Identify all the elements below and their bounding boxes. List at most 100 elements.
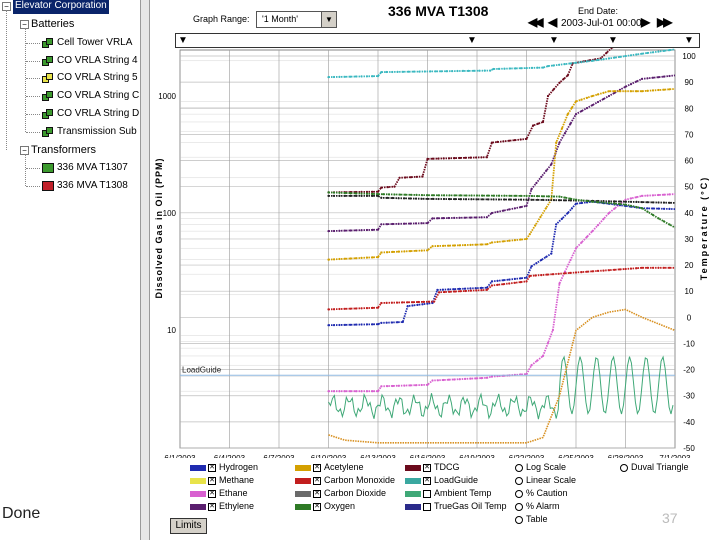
legend-item[interactable]: ✕ Carbon Monoxide bbox=[295, 474, 395, 487]
x-tick-label: 6/28/2003 bbox=[608, 454, 644, 458]
data-point bbox=[635, 80, 638, 83]
data-point bbox=[421, 303, 424, 306]
previous-button[interactable]: ◀ bbox=[548, 15, 557, 29]
legend-item[interactable]: ✕ Oxygen bbox=[295, 500, 355, 513]
data-point bbox=[514, 194, 517, 197]
time-range-slider[interactable]: ▼ ▼ ▼ ▼ ▼ bbox=[175, 33, 700, 48]
battery-status-icon bbox=[42, 55, 54, 67]
legend-checkbox[interactable]: ✕ bbox=[313, 463, 321, 472]
legend-item[interactable]: ✕ LoadGuide bbox=[405, 474, 478, 487]
data-point bbox=[332, 229, 336, 233]
data-point bbox=[470, 198, 473, 201]
scale-option[interactable]: % Caution bbox=[515, 487, 568, 500]
data-point bbox=[414, 197, 418, 200]
data-point bbox=[420, 249, 423, 252]
slider-knob-start[interactable]: ▼ bbox=[178, 36, 188, 46]
data-point bbox=[417, 300, 420, 304]
legend-swatch bbox=[295, 490, 311, 497]
tree-category-batteries[interactable]: − Batteries bbox=[20, 16, 74, 32]
legend-checkbox[interactable]: ✕ bbox=[423, 463, 431, 472]
scale-option[interactable]: Log Scale bbox=[515, 461, 566, 474]
data-point bbox=[618, 268, 622, 271]
tree-item-co-vrla-string-c[interactable]: CO VRLA String C bbox=[26, 88, 139, 104]
data-point bbox=[431, 157, 434, 160]
app-window: − Elevator Corporation − Batteries Cell To… bbox=[0, 0, 720, 540]
tree-item-co-vrla-string-d[interactable]: CO VRLA String D bbox=[26, 106, 139, 122]
data-point bbox=[485, 156, 488, 159]
slider-knob-end[interactable]: ▼ bbox=[684, 36, 694, 46]
graph-range-dropdown[interactable]: '1 Month' ▼ bbox=[256, 11, 337, 28]
scale-option[interactable]: Table bbox=[515, 513, 548, 526]
legend-item[interactable]: ✕ Methane bbox=[190, 474, 254, 487]
data-point bbox=[456, 69, 459, 73]
slider-knob[interactable]: ▼ bbox=[608, 36, 618, 46]
x-tick-label: 6/10/2003 bbox=[311, 454, 347, 458]
tree-item-co-vrla-string-5[interactable]: CO VRLA String 5 bbox=[26, 70, 138, 86]
data-point bbox=[371, 323, 374, 326]
slider-knob[interactable]: ▼ bbox=[549, 36, 559, 46]
data-point bbox=[635, 267, 638, 270]
tree-item-co-vrla-string-4[interactable]: CO VRLA String 4 bbox=[26, 53, 138, 69]
data-point bbox=[580, 201, 583, 205]
legend-checkbox[interactable]: ✕ bbox=[208, 502, 216, 511]
duval-triangle-label: Duval Triangle bbox=[631, 462, 689, 472]
data-point bbox=[426, 197, 429, 200]
tree-category-transformers[interactable]: − Transformers bbox=[20, 142, 96, 158]
radio-button[interactable] bbox=[515, 502, 523, 511]
data-point bbox=[402, 70, 405, 73]
legend-item[interactable]: TrueGas Oil Temp bbox=[405, 500, 507, 513]
dropdown-arrow-icon[interactable]: ▼ bbox=[321, 12, 336, 27]
next-button[interactable]: ▶ bbox=[641, 15, 650, 29]
radio-button[interactable] bbox=[515, 489, 523, 498]
legend-checkbox[interactable]: ✕ bbox=[208, 489, 216, 498]
legend-checkbox[interactable]: ✕ bbox=[208, 463, 216, 472]
radio-button[interactable] bbox=[515, 515, 523, 524]
data-point bbox=[629, 200, 633, 203]
legend-checkbox[interactable]: ✕ bbox=[313, 489, 321, 498]
first-page-button[interactable]: ◀◀ bbox=[528, 15, 544, 29]
legend-checkbox[interactable] bbox=[423, 489, 431, 498]
battery-status-icon bbox=[42, 108, 54, 120]
data-point bbox=[566, 211, 569, 215]
data-point bbox=[437, 197, 440, 201]
legend-checkbox[interactable] bbox=[423, 502, 431, 511]
tree-item-transmission-sub[interactable]: Transmission Sub bbox=[26, 124, 137, 140]
data-point bbox=[651, 213, 655, 217]
tree-item-336-mva-t1307[interactable]: 336 MVA T1307 bbox=[26, 160, 128, 176]
tree-root-label[interactable]: Elevator Corporation bbox=[13, 0, 109, 14]
legend-checkbox[interactable]: ✕ bbox=[313, 476, 321, 485]
tree-item-cell-tower-vrla[interactable]: Cell Tower VRLA bbox=[26, 35, 132, 51]
legend-item[interactable]: ✕ Acetylene bbox=[295, 461, 364, 474]
scale-option[interactable]: % Alarm bbox=[515, 500, 560, 513]
data-point bbox=[420, 222, 423, 225]
tree-item-336-mva-t1308[interactable]: 336 MVA T1308 bbox=[26, 178, 128, 194]
tree-root[interactable]: − Elevator Corporation bbox=[2, 0, 109, 14]
limits-button[interactable]: Limits bbox=[170, 518, 207, 534]
legend-item[interactable]: Ambient Temp bbox=[405, 487, 491, 500]
legend-checkbox[interactable]: ✕ bbox=[313, 502, 321, 511]
scale-option[interactable]: Linear Scale bbox=[515, 474, 576, 487]
legend-swatch bbox=[405, 490, 421, 497]
data-point bbox=[552, 195, 556, 198]
data-point bbox=[447, 244, 450, 247]
data-point bbox=[409, 197, 412, 200]
data-point bbox=[474, 377, 478, 380]
radio-button[interactable] bbox=[515, 476, 523, 485]
legend-item[interactable]: ✕ Carbon Dioxide bbox=[295, 487, 386, 500]
legend-checkbox[interactable]: ✕ bbox=[208, 476, 216, 485]
radio-button[interactable] bbox=[515, 463, 523, 472]
data-point bbox=[513, 281, 516, 284]
slider-knob[interactable]: ▼ bbox=[467, 36, 477, 46]
duval-triangle-option[interactable]: Duval Triangle bbox=[620, 461, 689, 474]
legend-swatch bbox=[295, 464, 311, 471]
legend-item[interactable]: ✕ TDCG bbox=[405, 461, 460, 474]
data-point bbox=[492, 194, 495, 197]
data-point bbox=[409, 384, 412, 387]
last-page-button[interactable]: ▶▶ bbox=[657, 15, 673, 29]
legend-item[interactable]: ✕ Ethylene bbox=[190, 500, 254, 513]
pane-splitter[interactable] bbox=[140, 0, 150, 540]
legend-item[interactable]: ✕ Ethane bbox=[190, 487, 248, 500]
legend-checkbox[interactable]: ✕ bbox=[423, 476, 431, 485]
legend-item[interactable]: ✕ Hydrogen bbox=[190, 461, 258, 474]
radio-button[interactable] bbox=[620, 463, 628, 472]
